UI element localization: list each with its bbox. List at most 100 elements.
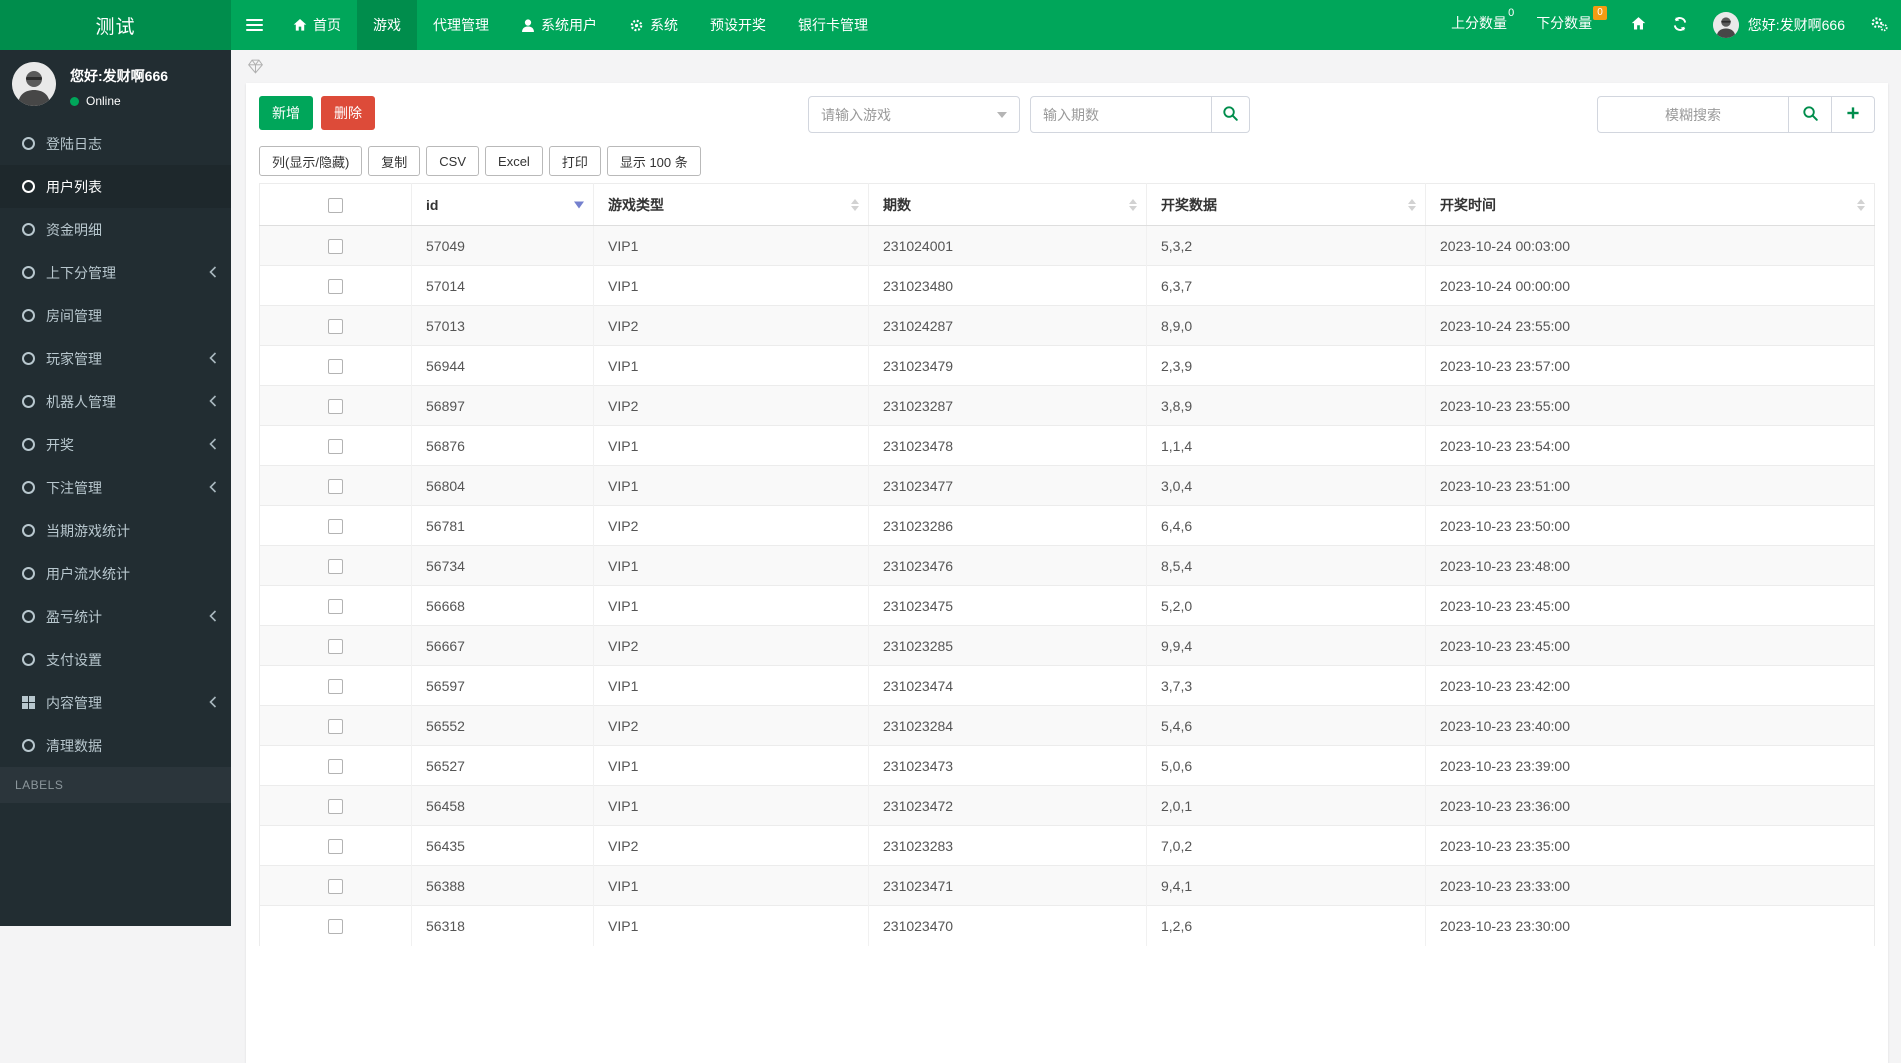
- nav-item-label: 首页: [313, 17, 341, 33]
- cell-id: 56597: [411, 665, 594, 706]
- nav-item-bank-cards[interactable]: 银行卡管理: [782, 0, 884, 50]
- row-checkbox[interactable]: [328, 238, 343, 254]
- nav-item-agents[interactable]: 代理管理: [417, 0, 505, 50]
- cell-game-type: VIP1: [593, 745, 869, 786]
- column-header-draw-time[interactable]: 开奖时间: [1425, 183, 1875, 226]
- row-select-cell: [259, 345, 412, 386]
- table-row: 57014 VIP1 231023480 6,3,7 2023-10-24 00:00:…: [259, 265, 1875, 306]
- sort-desc-icon: [574, 201, 584, 208]
- issue-search-button[interactable]: [1212, 96, 1250, 133]
- add-condition-button[interactable]: [1832, 96, 1875, 133]
- chevron-left-icon: [209, 695, 217, 711]
- up-score-badge: 0: [1508, 7, 1515, 19]
- up-score-link[interactable]: 上分数量 0: [1440, 0, 1525, 50]
- down-score-link[interactable]: 下分数量 0: [1525, 0, 1618, 50]
- nav-item-preset-draw[interactable]: 预设开奖: [694, 0, 782, 50]
- cell-id: 57049: [411, 225, 594, 266]
- home-shortcut-button[interactable]: [1618, 0, 1659, 50]
- dt-button-print[interactable]: 打印: [548, 146, 601, 176]
- sidebar-item-user-list[interactable]: 用户列表: [0, 165, 231, 208]
- sidebar-item-profit-loss-stats[interactable]: 盈亏统计: [0, 595, 231, 638]
- add-button[interactable]: 新增: [259, 96, 313, 130]
- cell-issue: 231023286: [868, 505, 1147, 546]
- row-checkbox[interactable]: [328, 278, 343, 294]
- row-checkbox[interactable]: [328, 678, 343, 694]
- cell-game-type: VIP1: [593, 345, 869, 386]
- fuzzy-search-input[interactable]: [1597, 96, 1789, 133]
- nav-item-games[interactable]: 游戏: [357, 0, 417, 50]
- row-checkbox[interactable]: [328, 758, 343, 774]
- row-checkbox[interactable]: [328, 318, 343, 334]
- sidebar-item-funds-detail[interactable]: 资金明细: [0, 208, 231, 251]
- circle-icon: [22, 610, 35, 623]
- settings-button[interactable]: [1857, 0, 1901, 50]
- row-checkbox[interactable]: [328, 598, 343, 614]
- cell-game-type: VIP1: [593, 465, 869, 506]
- game-select[interactable]: 请输入游戏: [808, 96, 1020, 133]
- cell-draw-time: 2023-10-23 23:42:00: [1425, 665, 1875, 706]
- sidebar-toggle-button[interactable]: [231, 0, 277, 50]
- circle-icon: [22, 438, 35, 451]
- row-checkbox[interactable]: [328, 558, 343, 574]
- column-header-game-type[interactable]: 游戏类型: [593, 183, 869, 226]
- row-checkbox[interactable]: [328, 358, 343, 374]
- sidebar-item-robot-management[interactable]: 机器人管理: [0, 380, 231, 423]
- navbar-avatar: [1712, 12, 1739, 38]
- cell-game-type: VIP1: [593, 665, 869, 706]
- game-select-value: 请输入游戏: [821, 106, 891, 123]
- dt-button-copy[interactable]: 复制: [368, 146, 421, 176]
- dt-button-colvis[interactable]: 列(显示/隐藏): [259, 146, 363, 176]
- row-checkbox[interactable]: [328, 478, 343, 494]
- row-checkbox[interactable]: [328, 398, 343, 414]
- gear-icon: [629, 18, 644, 33]
- sidebar-item-bet-management[interactable]: 下注管理: [0, 466, 231, 509]
- sidebar-item-clean-data[interactable]: 清理数据: [0, 724, 231, 767]
- cell-issue: 231023475: [868, 585, 1147, 626]
- nav-item-system-users[interactable]: 系统用户: [505, 0, 613, 50]
- dt-button-excel[interactable]: Excel: [485, 146, 543, 176]
- dt-button-csv[interactable]: CSV: [426, 146, 480, 176]
- sidebar-item-user-flow-stats[interactable]: 用户流水统计: [0, 552, 231, 595]
- sidebar-section-labels: LABELS: [0, 767, 231, 803]
- sidebar-item-payment-settings[interactable]: 支付设置: [0, 638, 231, 681]
- sidebar-item-content-management[interactable]: 内容管理: [0, 681, 231, 724]
- row-checkbox[interactable]: [328, 919, 343, 935]
- app-logo[interactable]: 测试: [0, 0, 231, 50]
- sidebar-item-login-logs[interactable]: 登陆日志: [0, 122, 231, 165]
- row-checkbox[interactable]: [328, 718, 343, 734]
- nav-item-system[interactable]: 系统: [613, 0, 694, 50]
- row-checkbox[interactable]: [328, 878, 343, 894]
- sidebar-greeting: 您好:发财啊666: [70, 68, 169, 84]
- column-header-id[interactable]: id: [411, 183, 594, 226]
- top-navbar: 测试 首页 游戏 代理管理 系统用户 系统 预设开奖 银行卡管理 上分数量 0 下分数量 0: [0, 0, 1901, 50]
- row-checkbox[interactable]: [328, 518, 343, 534]
- fuzzy-search-button[interactable]: [1789, 96, 1832, 133]
- cell-draw-data: 1,1,4: [1146, 425, 1426, 466]
- cell-id: 56876: [411, 425, 594, 466]
- cell-issue: 231023474: [868, 665, 1147, 706]
- sidebar-item-player-management[interactable]: 玩家管理: [0, 337, 231, 380]
- row-checkbox[interactable]: [328, 638, 343, 654]
- cell-game-type: VIP1: [593, 585, 869, 626]
- row-checkbox[interactable]: [328, 438, 343, 454]
- dt-button-page-length[interactable]: 显示 100 条: [606, 146, 701, 176]
- column-header-issue[interactable]: 期数: [868, 183, 1147, 226]
- user-menu[interactable]: 您好:发财啊666: [1701, 0, 1857, 50]
- grid-icon: [22, 696, 35, 709]
- row-checkbox[interactable]: [328, 798, 343, 814]
- nav-item-home[interactable]: 首页: [277, 0, 357, 50]
- sidebar-item-score-management[interactable]: 上下分管理: [0, 251, 231, 294]
- sort-icon: [1129, 198, 1137, 211]
- sidebar-item-label: 用户列表: [46, 178, 102, 195]
- select-all-checkbox[interactable]: [328, 197, 343, 213]
- sidebar-item-current-game-stats[interactable]: 当期游戏统计: [0, 509, 231, 552]
- row-checkbox[interactable]: [328, 838, 343, 854]
- column-header-draw-data[interactable]: 开奖数据: [1146, 183, 1426, 226]
- sidebar-item-draw[interactable]: 开奖: [0, 423, 231, 466]
- issue-input[interactable]: [1030, 96, 1212, 133]
- cell-draw-time: 2023-10-23 23:51:00: [1425, 465, 1875, 506]
- delete-button[interactable]: 删除: [321, 96, 375, 130]
- sidebar-item-room-management[interactable]: 房间管理: [0, 294, 231, 337]
- refresh-button[interactable]: [1659, 0, 1701, 50]
- sidebar-item-label: 机器人管理: [46, 393, 116, 410]
